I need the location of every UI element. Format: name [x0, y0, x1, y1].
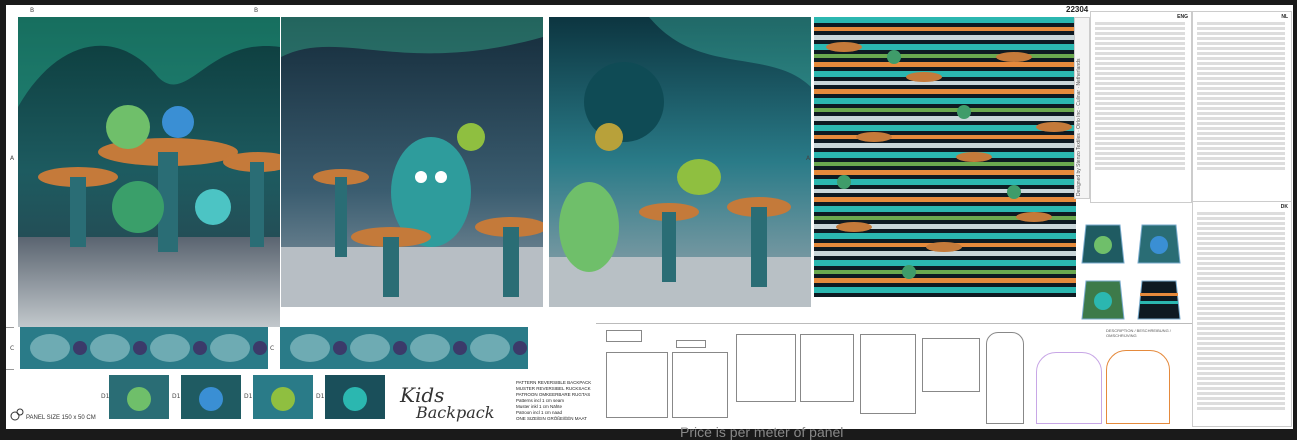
- panel-1-top-label-right: B: [254, 7, 259, 14]
- pocket-d1-4-label: D1: [316, 393, 325, 400]
- product-info-lines: PATTERN REVERSIBLE BACKPACK MUSTER REVER…: [516, 380, 596, 422]
- backpack-preview-3: [1078, 273, 1128, 323]
- brand-logo-icon: [10, 407, 24, 421]
- pattern-piece: [736, 334, 796, 402]
- fabric-panel-sheet: B B Designed by Stenzo Textiles · Oirlo …: [6, 5, 1293, 429]
- panel-1-illustration: [18, 17, 280, 327]
- pocket-d1-1-label: D1: [101, 393, 110, 400]
- pattern-piece: [1106, 350, 1170, 424]
- backpack-preview-1: [1078, 217, 1128, 267]
- pattern-piece: [986, 332, 1024, 424]
- cut-mark: [6, 369, 14, 370]
- panel-aurora-mushrooms-1: [18, 17, 280, 327]
- lang-label-en: ENG: [1177, 14, 1188, 20]
- instructions-block-3: DK: [1192, 201, 1292, 427]
- strip-c-2-label: C: [270, 345, 275, 352]
- panel-1-top-label: B: [30, 7, 35, 14]
- pattern-piece: [860, 334, 916, 414]
- pattern-piece: [672, 352, 728, 418]
- panel-3-side-label: A: [806, 155, 811, 162]
- panel-1-side-label: A: [10, 155, 15, 162]
- doc-number: 22304: [1066, 5, 1089, 14]
- pattern-piece: [606, 330, 642, 342]
- lang-label-dk: DK: [1280, 204, 1288, 210]
- panel-striped-pattern: [814, 17, 1076, 297]
- pattern-pieces-area: DESCRIPTION / BESCHREIBUNG / OMSCHRIJVIN…: [596, 323, 1192, 428]
- pocket-d1-3: [253, 375, 313, 419]
- panel-2-illustration: [281, 17, 543, 307]
- pocket-d1-3-label: D1: [244, 393, 253, 400]
- strip-c-1: [20, 327, 268, 369]
- panel-3-illustration: [549, 17, 811, 307]
- instructions-block-2: NL: [1192, 11, 1292, 203]
- strip-c-2: [280, 327, 528, 369]
- backpack-preview-4: [1134, 273, 1184, 323]
- panel-alien-planet: [549, 17, 811, 307]
- cut-mark: [6, 327, 14, 328]
- vertical-designer-strip: Designed by Stenzo Textiles · Oirlo Inc …: [1074, 17, 1090, 199]
- panel-aurora-mushrooms-2: [281, 17, 543, 307]
- price-caption: Price is per meter of panel: [680, 424, 844, 440]
- panel-4-stripes: [814, 17, 1076, 297]
- strip-c-1-label: C: [10, 345, 15, 352]
- pattern-piece: [800, 334, 854, 402]
- pattern-piece: [1036, 352, 1102, 424]
- pocket-d1-2: [181, 375, 241, 419]
- pocket-d1-1: [109, 375, 169, 419]
- pattern-description-label: DESCRIPTION / BESCHREIBUNG / OMSCHRIJVIN…: [1106, 328, 1171, 338]
- pattern-piece: [606, 352, 668, 418]
- backpack-preview-2: [1134, 217, 1184, 267]
- product-title-script-2: Backpack: [416, 403, 495, 422]
- pocket-d1-4: [325, 375, 385, 419]
- vertical-designer-text: Designed by Stenzo Textiles · Oirlo Inc …: [1076, 58, 1082, 196]
- pattern-piece: [922, 338, 980, 392]
- product-line: ONE SIZE/EIN GRÖßE/ÉÉN MAAT: [516, 416, 587, 421]
- panel-size-label: PANEL SIZE 150 x 50 CM: [26, 415, 96, 421]
- pattern-piece: [676, 340, 706, 348]
- lang-label-nl: NL: [1281, 14, 1288, 20]
- instructions-block-1: ENG: [1090, 11, 1192, 203]
- pocket-d1-2-label: D1: [172, 393, 181, 400]
